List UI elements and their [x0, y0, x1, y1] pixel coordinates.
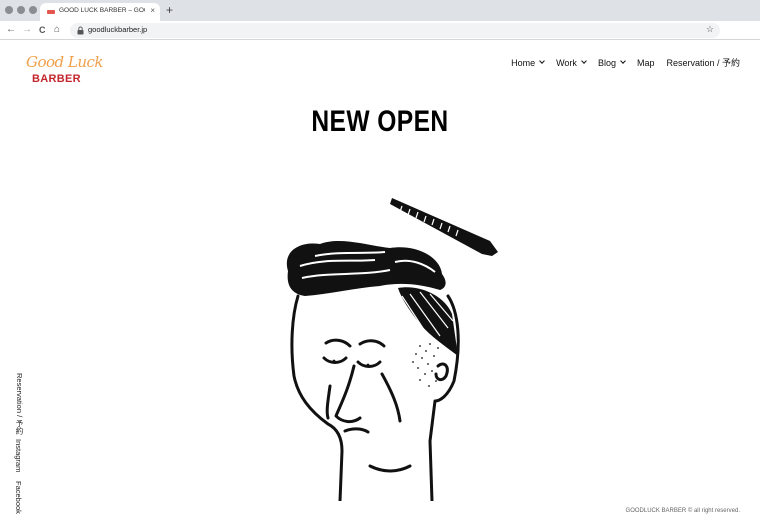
- lock-icon: [77, 26, 84, 35]
- back-icon[interactable]: ←: [6, 23, 16, 37]
- site-logo[interactable]: Good Luck BARBER: [22, 53, 104, 89]
- nav-item-label: Blog: [597, 57, 616, 68]
- minimize-window-button[interactable]: [17, 6, 25, 14]
- right-eye: [366, 363, 370, 367]
- side-link-reservation[interactable]: Reservation / 予約: [14, 373, 25, 434]
- stubble-dots: [412, 343, 439, 387]
- logo-word-text: BARBER: [32, 73, 81, 85]
- forward-icon[interactable]: →: [22, 23, 32, 37]
- favicon-icon: [47, 10, 55, 14]
- home-icon[interactable]: ⌂: [54, 23, 60, 37]
- page: Good Luck BARBER Home Work Blog Map Rese…: [0, 41, 760, 528]
- side-link-instagram[interactable]: Instagram: [14, 439, 23, 472]
- maximize-window-button[interactable]: [29, 6, 37, 14]
- hair-shape: [286, 240, 458, 356]
- comb-icon: [390, 198, 498, 256]
- tab-title: GOOD LUCK BARBER – GOOD: [59, 7, 145, 14]
- nav-item-home[interactable]: Home: [511, 57, 545, 68]
- bookmark-star-icon[interactable]: ☆: [706, 24, 714, 35]
- nav-item-label: Map: [636, 57, 655, 68]
- nav-item-label: Reservation / 予約: [666, 58, 740, 68]
- close-tab-icon[interactable]: ×: [150, 6, 155, 16]
- chevron-down-icon: [620, 58, 626, 64]
- barber-head-illustration: [286, 198, 498, 501]
- nav-item-reservation[interactable]: Reservation / 予約: [666, 56, 740, 69]
- browser-toolbar: ← → C ⌂ goodluckbarber.jp ☆: [0, 21, 760, 40]
- chevron-down-icon: [581, 58, 587, 64]
- main-nav: Home Work Blog Map Reservation / 予約: [499, 56, 740, 69]
- new-tab-button[interactable]: +: [166, 3, 173, 17]
- side-link-facebook[interactable]: Facebook: [14, 481, 23, 514]
- nav-item-map[interactable]: Map: [637, 58, 655, 68]
- chevron-down-icon: [539, 58, 545, 64]
- browser-chrome: GOOD LUCK BARBER – GOOD × + ← → C ⌂ good…: [0, 0, 760, 40]
- tab-bar: GOOD LUCK BARBER – GOOD × +: [0, 0, 760, 21]
- url-text: goodluckbarber.jp: [88, 25, 148, 34]
- logo-script-text: Good Luck: [26, 53, 104, 71]
- footer-copyright: GOODLUCK BARBER © all right reserved.: [625, 508, 740, 514]
- reload-icon[interactable]: C: [39, 23, 46, 37]
- browser-tab[interactable]: GOOD LUCK BARBER – GOOD ×: [40, 3, 160, 21]
- nav-item-label: Home: [511, 57, 536, 68]
- address-bar[interactable]: goodluckbarber.jp ☆: [70, 23, 720, 38]
- nav-item-blog[interactable]: Blog: [597, 57, 626, 68]
- close-window-button[interactable]: [5, 6, 13, 14]
- nav-item-work[interactable]: Work: [556, 57, 587, 68]
- left-eye: [332, 359, 336, 363]
- nav-item-label: Work: [556, 57, 577, 68]
- hero-headline: NEW OPEN: [311, 105, 449, 138]
